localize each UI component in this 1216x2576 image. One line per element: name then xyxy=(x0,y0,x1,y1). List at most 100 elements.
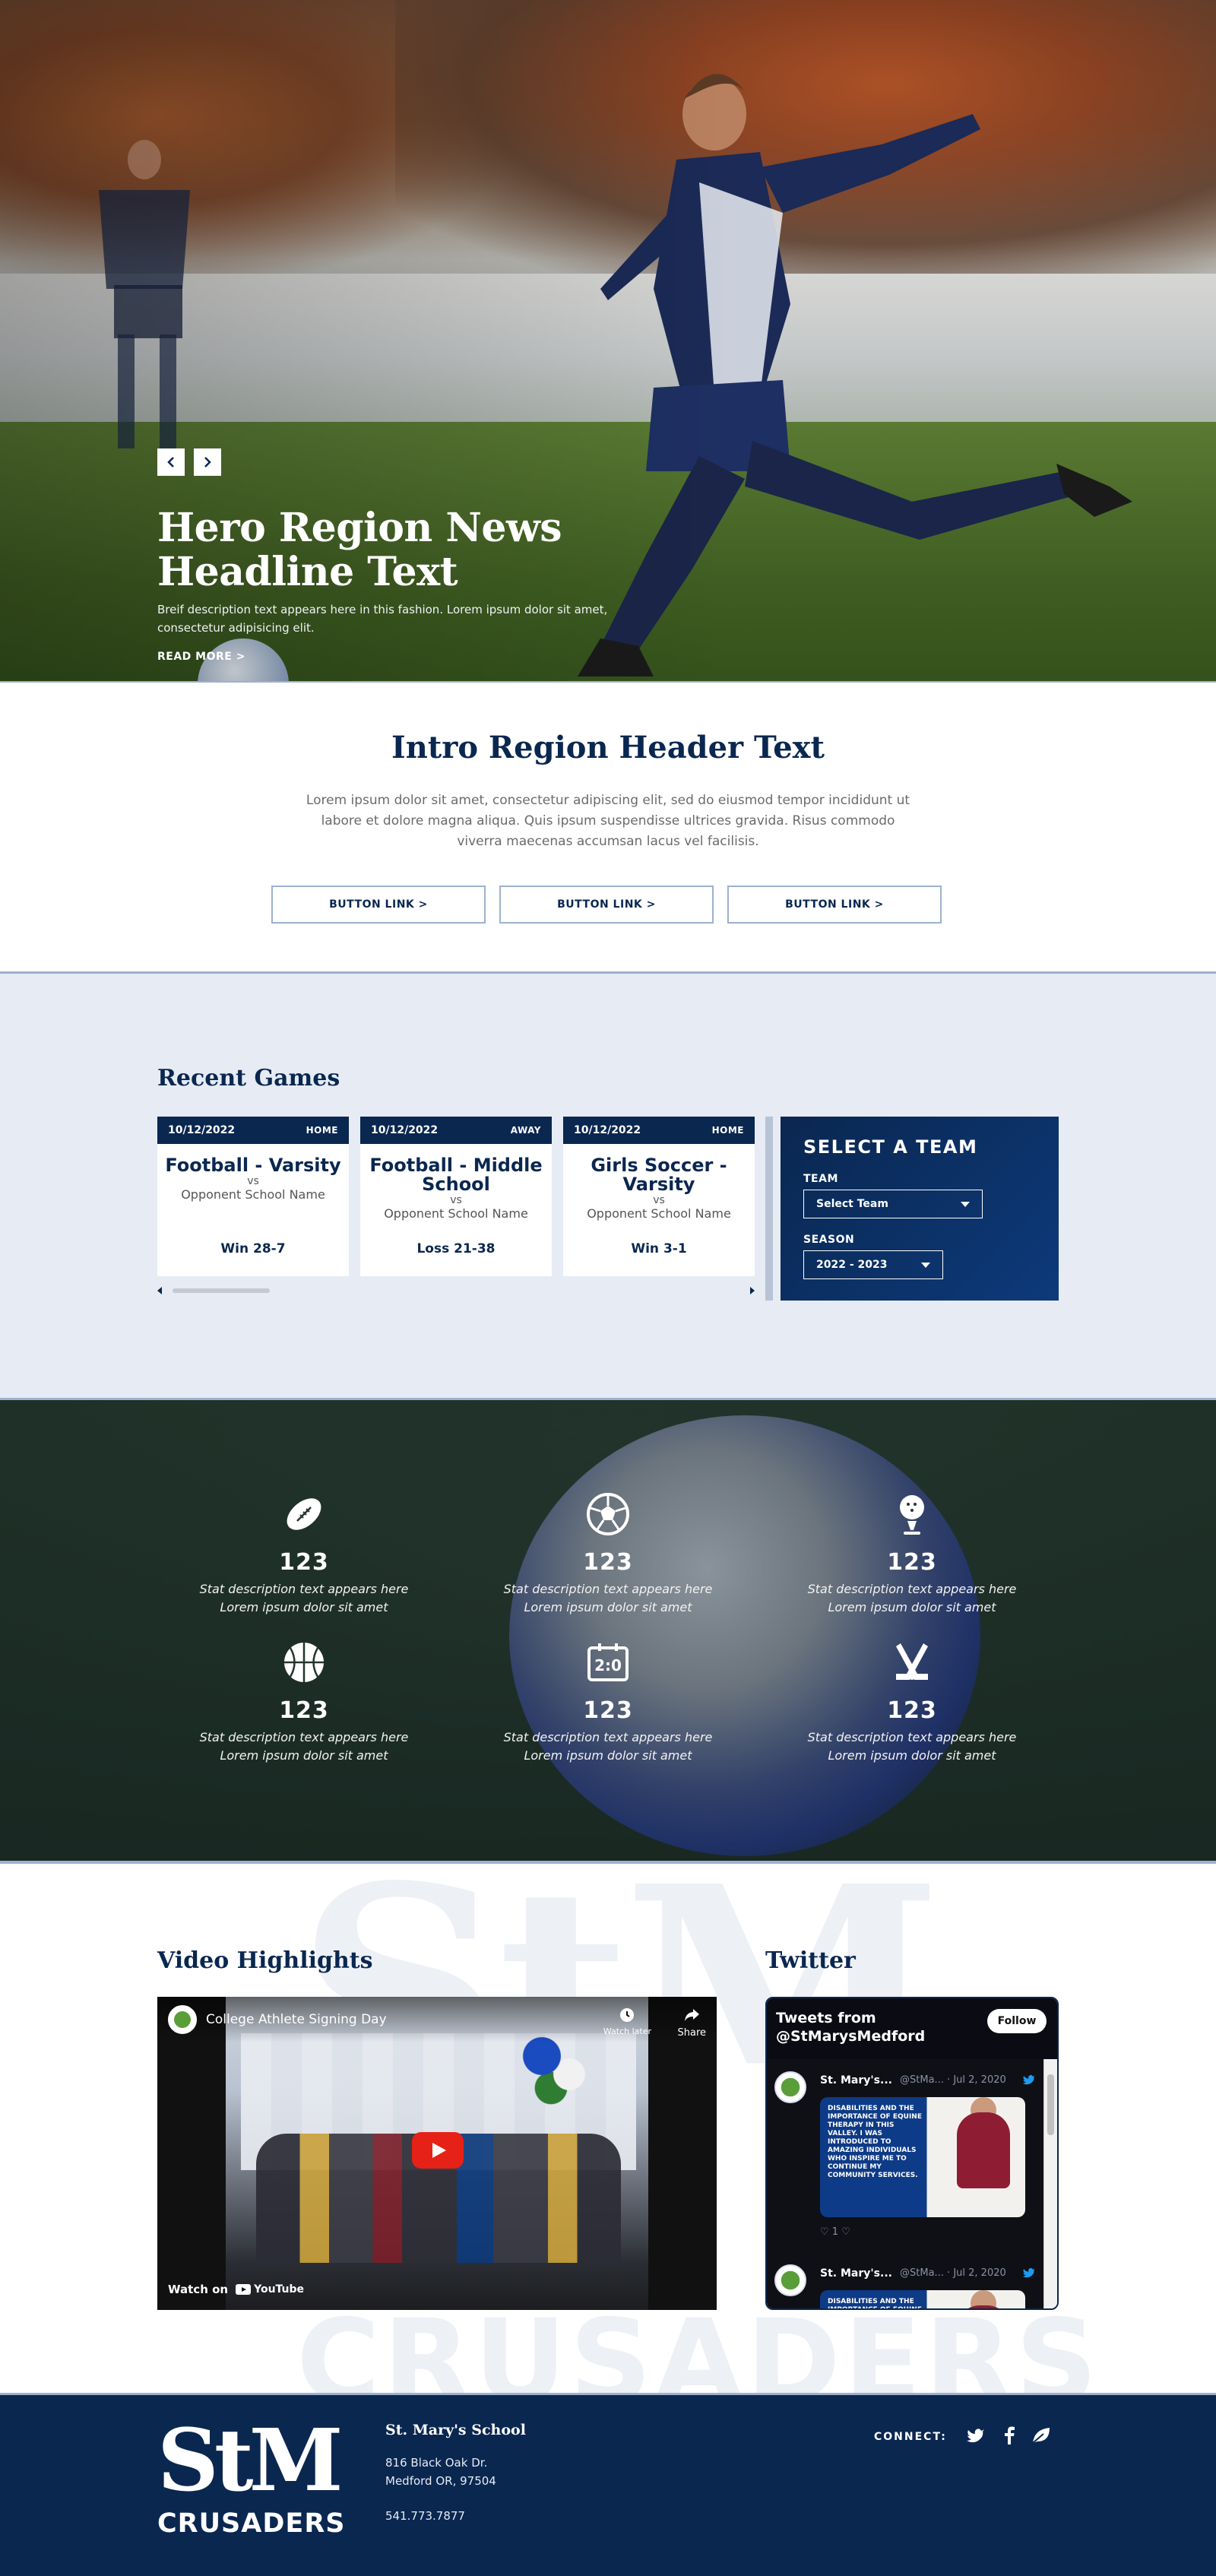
intro-button-link-2[interactable]: BUTTON LINK > xyxy=(499,886,714,924)
connect-label: CONNECT: xyxy=(874,2431,947,2443)
tweet-handle: @StMa... · Jul 2, 2020 xyxy=(900,2074,1006,2086)
play-button[interactable] xyxy=(412,2132,464,2169)
game-card-header: 10/12/2022 HOME xyxy=(157,1117,349,1144)
video-player[interactable]: College Athlete Signing Day Watch later … xyxy=(157,1997,717,2310)
hero-prev-button[interactable] xyxy=(157,448,185,476)
hero-headline: Hero Region News Headline Text xyxy=(157,505,562,595)
hockey-sticks-icon xyxy=(889,1640,935,1685)
media-region: StM CRUSADERS Video Highlights Twitter C… xyxy=(0,1864,1216,2393)
scrollbar-thumb[interactable] xyxy=(1047,2074,1054,2135)
stat-item: 123 Stat description text appears here Lo… xyxy=(790,1640,1034,1765)
leaf-link[interactable] xyxy=(1031,2425,1052,2446)
school-phone[interactable]: 541.773.7877 xyxy=(385,2509,465,2523)
tweet-avatar[interactable] xyxy=(774,2264,806,2296)
game-result: Win 3-1 xyxy=(631,1241,687,1256)
stat-number: 123 xyxy=(279,1697,329,1724)
site-footer: StM CRUSADERS St. Mary's School 816 Blac… xyxy=(0,2393,1216,2576)
facebook-link[interactable] xyxy=(999,2425,1020,2446)
tweet-author[interactable]: St. Mary's... xyxy=(820,2074,892,2086)
intro-button-link-1[interactable]: BUTTON LINK > xyxy=(271,886,486,924)
game-result: Loss 21-38 xyxy=(416,1241,496,1256)
twitter-link[interactable] xyxy=(965,2425,986,2446)
game-vs: vs xyxy=(450,1194,462,1206)
game-location: AWAY xyxy=(510,1125,541,1136)
chevron-right-icon xyxy=(204,457,211,467)
hero-divider xyxy=(0,681,1216,683)
share-button[interactable]: Share xyxy=(677,2006,706,2039)
game-vs: vs xyxy=(247,1175,259,1187)
tweet[interactable]: St. Mary's... @StMa... · Jul 2, 2020 DIS… xyxy=(774,2264,1040,2308)
footer-logo[interactable]: StM xyxy=(157,2419,344,2504)
hero-region: Hero Region News Headline Text Breif des… xyxy=(0,0,1216,683)
soccer-ball-icon xyxy=(585,1491,631,1537)
chevron-left-icon xyxy=(167,457,174,467)
game-card-header: 10/12/2022 HOME xyxy=(563,1117,755,1144)
hero-content: Hero Region News Headline Text Breif des… xyxy=(157,448,629,663)
twitter-icon xyxy=(967,2429,984,2443)
stat-description: Stat description text appears here Lorem … xyxy=(807,1730,1017,1763)
follow-button[interactable]: Follow xyxy=(987,2009,1047,2033)
tweet-actions[interactable]: ♡ 1 ♡ xyxy=(820,2226,850,2238)
game-card[interactable]: 10/12/2022 HOME Girls Soccer - Varsity v… xyxy=(563,1117,755,1276)
game-card[interactable]: 10/12/2022 HOME Football - Varsity vs Op… xyxy=(157,1117,349,1276)
twitter-feed[interactable]: Tweets from @StMarysMedford Follow St. M… xyxy=(765,1997,1059,2310)
stat-number: 123 xyxy=(887,1697,937,1724)
scrollbar-thumb[interactable] xyxy=(173,1288,270,1293)
game-team: Football - Middle School xyxy=(369,1155,543,1195)
watch-on-youtube[interactable]: Watch on YouTube xyxy=(168,2283,304,2296)
twitter-bird-icon xyxy=(1022,2074,1035,2085)
game-vs: vs xyxy=(653,1194,665,1206)
tweet-image[interactable]: DISABILITIES AND THE IMPORTANCE OF EQUIN… xyxy=(820,2290,1025,2308)
games-divider xyxy=(765,1117,773,1301)
tweet-image[interactable]: DISABILITIES AND THE IMPORTANCE OF EQUIN… xyxy=(820,2097,1025,2217)
intro-button-group: BUTTON LINK > BUTTON LINK > BUTTON LINK … xyxy=(271,886,942,924)
footer-divider xyxy=(0,2393,1216,2395)
select-team-panel: SELECT A TEAM TEAM Select Team SEASON 20… xyxy=(781,1117,1059,1301)
hero-read-more-link[interactable]: READ MORE > xyxy=(157,651,629,663)
game-opponent: Opponent School Name xyxy=(587,1206,731,1221)
scroll-left-arrow-icon[interactable] xyxy=(157,1287,162,1294)
stats-overlay xyxy=(0,1400,1216,1864)
game-result: Win 28-7 xyxy=(220,1241,286,1256)
season-select[interactable]: 2022 - 2023 xyxy=(803,1250,943,1279)
leaf-icon xyxy=(1032,2428,1050,2444)
recent-games-region: Recent Games 10/12/2022 HOME Football - … xyxy=(0,974,1216,1400)
video-caption[interactable]: College Athlete Signing Day xyxy=(206,2012,387,2027)
watch-later-button[interactable]: Watch later xyxy=(603,2006,651,2036)
scoreboard-icon: 2:0 xyxy=(585,1640,631,1685)
stat-item: 123 Stat description text appears here Lo… xyxy=(182,1640,426,1765)
twitter-bird-icon xyxy=(1022,2267,1035,2278)
game-date: 10/12/2022 xyxy=(371,1124,439,1136)
youtube-icon xyxy=(236,2284,252,2295)
twitter-feed-header: Tweets from @StMarysMedford Follow xyxy=(767,1998,1057,2059)
twitter-scrollbar[interactable] xyxy=(1043,2059,1057,2308)
stat-number: 123 xyxy=(887,1549,937,1576)
basketball-icon xyxy=(281,1640,327,1685)
tweet-handle: @StMa... · Jul 2, 2020 xyxy=(900,2267,1006,2279)
svg-text:2:0: 2:0 xyxy=(594,1656,622,1675)
team-label: TEAM xyxy=(803,1173,838,1185)
game-date: 10/12/2022 xyxy=(574,1124,641,1136)
team-select[interactable]: Select Team xyxy=(803,1190,983,1218)
intro-region: Intro Region Header Text Lorem ipsum dol… xyxy=(0,684,1216,974)
watermark-text: CRUSADERS xyxy=(296,2296,1101,2393)
stat-item: 123 Stat description text appears here Lo… xyxy=(486,1491,730,1617)
hero-slider-controls xyxy=(157,448,629,476)
tweet-author[interactable]: St. Mary's... xyxy=(820,2267,892,2280)
games-scrollbar[interactable] xyxy=(157,1285,755,1296)
scroll-right-arrow-icon[interactable] xyxy=(750,1287,755,1294)
channel-avatar[interactable] xyxy=(168,2005,197,2034)
share-icon xyxy=(685,2009,700,2021)
football-icon xyxy=(281,1491,327,1537)
intro-button-link-3[interactable]: BUTTON LINK > xyxy=(727,886,942,924)
game-team: Girls Soccer - Varsity xyxy=(591,1155,727,1195)
game-card-header: 10/12/2022 AWAY xyxy=(360,1117,552,1144)
twitter-title: Twitter xyxy=(765,1947,856,1974)
game-card[interactable]: 10/12/2022 AWAY Football - Middle School… xyxy=(360,1117,552,1276)
school-name: St. Mary's School xyxy=(385,2422,526,2438)
game-opponent: Opponent School Name xyxy=(181,1187,325,1202)
twitter-feed-title: Tweets from @StMarysMedford xyxy=(776,2010,926,2045)
tweet[interactable]: St. Mary's... @StMa... · Jul 2, 2020 DIS… xyxy=(774,2071,1040,2269)
tweet-avatar[interactable] xyxy=(774,2071,806,2103)
hero-next-button[interactable] xyxy=(194,448,221,476)
